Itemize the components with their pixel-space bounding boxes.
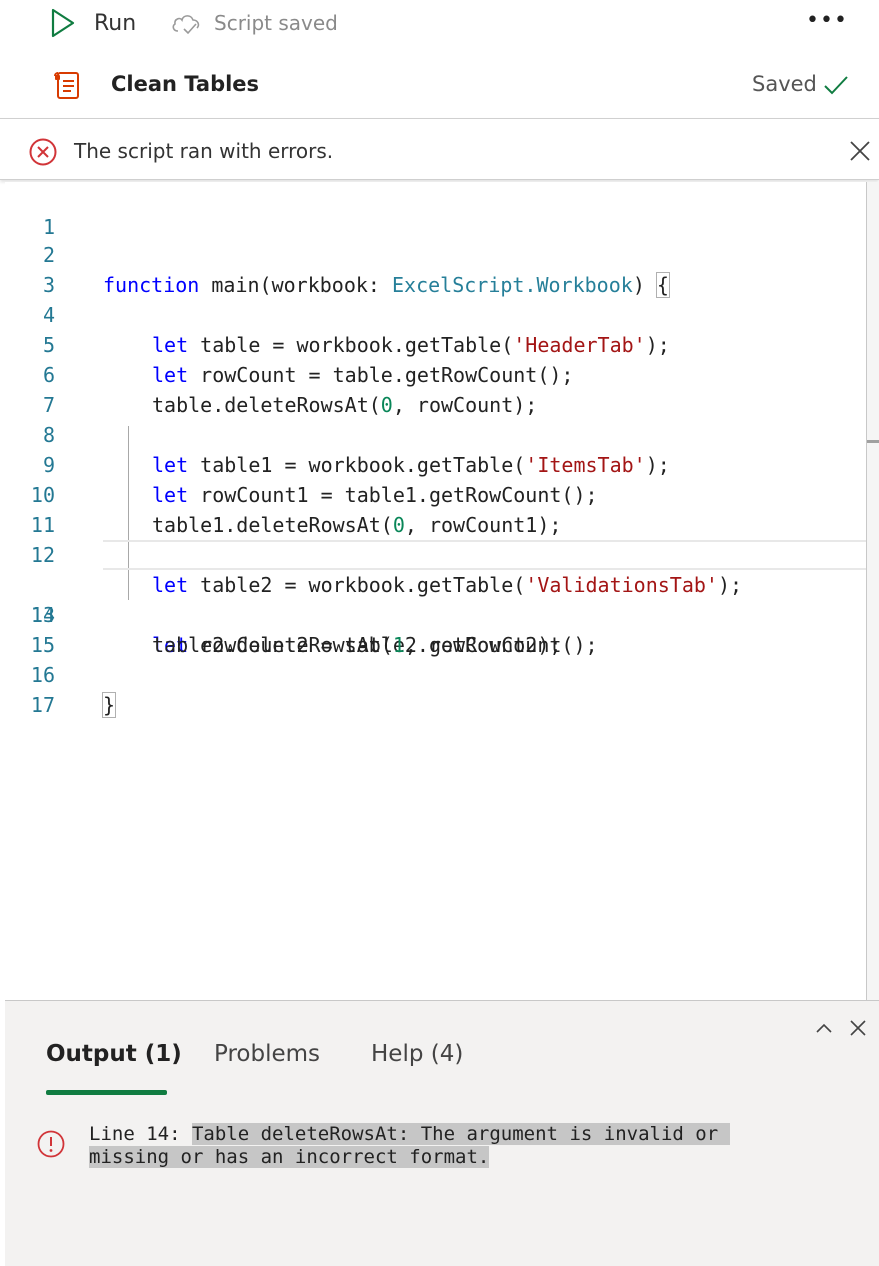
- code-line: 17: [5, 660, 866, 717]
- code-line: 11: [5, 480, 866, 537]
- line-number: 17: [30, 693, 55, 717]
- code-line: 1: [5, 182, 866, 239]
- code-line: 2 function main(workbook: ExcelScript.Wo…: [5, 210, 866, 298]
- current-line-highlight: [103, 540, 866, 570]
- message-prefix: Line 14:: [89, 1123, 192, 1145]
- script-icon: [54, 72, 79, 99]
- save-state-label: Saved: [752, 72, 817, 96]
- code-line: 13 let rowCount2 = table2.getRowCount();: [5, 540, 866, 657]
- close-icon[interactable]: [847, 1017, 869, 1039]
- output-panel: Output (1) Problems Help (4) Line 14: Ta…: [5, 1000, 879, 1266]
- run-button[interactable]: Run: [50, 6, 136, 40]
- top-toolbar: Run Script saved •••: [0, 0, 879, 46]
- code-line: 14 table2.deleteRowsAt(1, rowCount2);: [5, 570, 866, 657]
- tab-help[interactable]: Help (4): [371, 1041, 463, 1067]
- matching-brace: }: [101, 692, 117, 718]
- code-line: 4 let table = workbook.getTable('HeaderT…: [5, 270, 866, 357]
- active-tab-indicator: [46, 1090, 167, 1095]
- script-title-bar: Clean Tables Saved: [0, 58, 879, 114]
- close-icon[interactable]: [846, 137, 874, 165]
- code-line: 10 table1.deleteRowsAt(0, rowCount1);: [5, 450, 866, 537]
- output-message: Line 14: Table deleteRowsAt: The argumen…: [89, 1123, 799, 1169]
- tab-problems[interactable]: Problems: [214, 1041, 320, 1067]
- code-line: 9 let rowCount1 = table1.getRowCount();: [5, 420, 866, 507]
- code-line: 16 }: [5, 630, 866, 718]
- script-saved-status: Script saved: [170, 6, 338, 40]
- code-line: 5 let rowCount = table.getRowCount();: [5, 300, 866, 387]
- error-circle-icon: [29, 138, 57, 166]
- scrollbar-marker: [867, 440, 879, 443]
- code-line: 8 let table1 = workbook.getTable('ItemsT…: [5, 390, 866, 477]
- code-text: }: [101, 690, 117, 720]
- code-line: 15: [5, 600, 866, 657]
- run-label: Run: [94, 10, 137, 36]
- editor-scrollbar[interactable]: [866, 182, 879, 1000]
- code-line: 12 let table2 = workbook.getTable('Valid…: [5, 510, 866, 597]
- chevron-up-icon[interactable]: [813, 1017, 835, 1039]
- code-line: 3: [5, 240, 866, 297]
- more-options-button[interactable]: •••: [806, 8, 847, 36]
- code-line: 6 table.deleteRowsAt(0, rowCount);: [5, 330, 866, 417]
- cloud-check-icon: [172, 15, 200, 35]
- script-saved-label: Script saved: [214, 11, 338, 35]
- checkmark-icon: [824, 76, 848, 95]
- error-banner-text: The script ran with errors.: [74, 139, 334, 163]
- script-title: Clean Tables: [111, 72, 260, 96]
- exclamation-circle-icon: [37, 1130, 65, 1158]
- code-editor[interactable]: 1 2 function main(workbook: ExcelScript.…: [5, 182, 866, 1000]
- play-icon: [51, 8, 75, 38]
- error-banner: The script ran with errors.: [0, 118, 879, 180]
- code-line: 7: [5, 360, 866, 417]
- tab-output[interactable]: Output (1): [46, 1041, 182, 1067]
